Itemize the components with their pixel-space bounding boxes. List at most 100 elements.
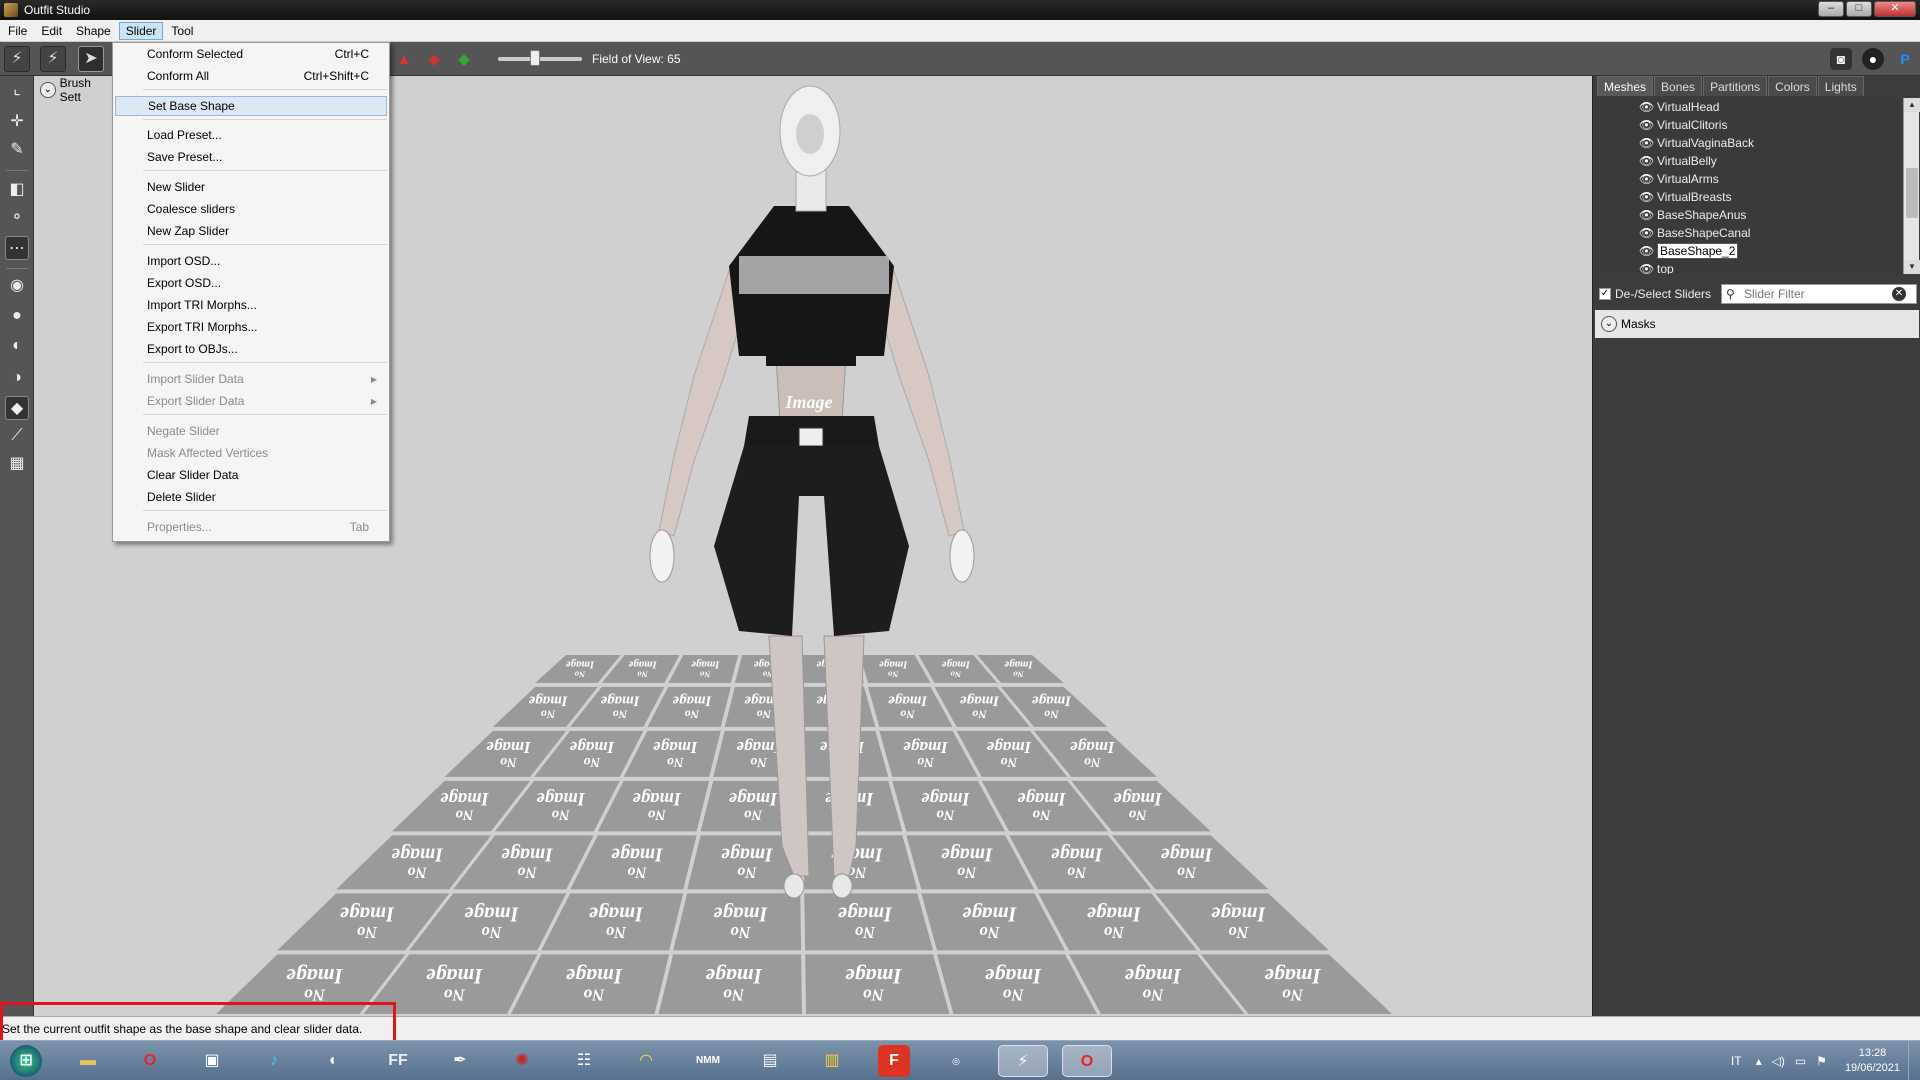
- eye-icon[interactable]: 👁: [1639, 154, 1655, 168]
- eye-icon[interactable]: 👁: [1639, 118, 1655, 132]
- color-brush-icon[interactable]: ◆: [5, 396, 29, 420]
- deflate-brush-icon[interactable]: ◉: [5, 274, 29, 298]
- menu-item-import-tri-morphs[interactable]: Import TRI Morphs...: [115, 295, 387, 315]
- menu-item-conform-all[interactable]: Conform All Ctrl+Shift+C: [115, 66, 387, 86]
- select-tool-icon[interactable]: ➤: [78, 46, 104, 72]
- paypal-icon[interactable]: P: [1894, 48, 1916, 70]
- opera-icon[interactable]: O: [134, 1045, 166, 1077]
- spider-game-icon[interactable]: ✺: [506, 1045, 538, 1077]
- bone-icon[interactable]: ⟋: [5, 424, 29, 448]
- tab-meshes[interactable]: Meshes: [1597, 76, 1654, 96]
- menu-item-save-preset[interactable]: Save Preset...: [115, 147, 387, 167]
- deselect-sliders-checkbox[interactable]: ✓: [1599, 288, 1611, 300]
- weight-brush-icon[interactable]: ◑: [5, 366, 29, 390]
- brush-settings-toggle[interactable]: ⌄ Brush Sett: [34, 76, 114, 104]
- scroll-thumb[interactable]: [1906, 168, 1918, 218]
- list-item[interactable]: 👁 VirtualBelly: [1595, 152, 1903, 170]
- opera-browser-task-icon[interactable]: O: [1062, 1045, 1112, 1077]
- folder-app-icon[interactable]: ▥: [816, 1045, 848, 1077]
- notepad-app-icon[interactable]: ▤: [754, 1045, 786, 1077]
- menu-item-load-preset[interactable]: Load Preset...: [115, 125, 387, 145]
- menu-file[interactable]: File: [2, 23, 33, 39]
- show-desktop-button[interactable]: [1908, 1041, 1920, 1080]
- fov-slider-handle[interactable]: [530, 50, 540, 66]
- eye-icon[interactable]: 👁: [1639, 208, 1655, 222]
- mesh-list[interactable]: 👁 VirtualHead 👁 VirtualClitoris 👁 VirtualVa…: [1595, 98, 1903, 274]
- discord-icon[interactable]: ◙: [1830, 48, 1852, 70]
- ffdec-icon[interactable]: FF: [382, 1045, 414, 1077]
- list-item[interactable]: 👁 VirtualBreasts: [1595, 188, 1903, 206]
- clock[interactable]: 13:28 19/06/2021: [1845, 1046, 1900, 1076]
- pen-icon[interactable]: ✎: [5, 138, 29, 162]
- menu-item-set-base-shape[interactable]: Set Base Shape: [115, 96, 387, 116]
- eye-icon[interactable]: 👁: [1639, 262, 1655, 274]
- tab-lights[interactable]: Lights: [1817, 76, 1864, 96]
- windows-start-icon[interactable]: ⊞: [10, 1045, 42, 1077]
- outfit-studio-task-icon[interactable]: ⚡: [998, 1045, 1048, 1077]
- brush-tool-icon[interactable]: ⚡: [40, 46, 66, 72]
- list-item[interactable]: 👁 VirtualClitoris: [1595, 116, 1903, 134]
- menu-slider[interactable]: Slider: [118, 21, 164, 40]
- nmm-manager-icon[interactable]: NMM: [692, 1045, 724, 1077]
- menu-shape[interactable]: Shape: [70, 23, 117, 39]
- list-item[interactable]: 👁 VirtualVaginaBack: [1595, 134, 1903, 152]
- pivot-icon[interactable]: ✛: [5, 110, 29, 134]
- menu-item-delete-slider[interactable]: Delete Slider: [115, 487, 387, 507]
- menu-item-export-slider-data[interactable]: Export Slider Data ▶: [115, 391, 387, 411]
- menu-edit[interactable]: Edit: [35, 23, 68, 39]
- brush-star-icon[interactable]: ⚡: [4, 46, 30, 72]
- undiff-brush-icon[interactable]: ◐: [5, 334, 29, 358]
- menu-item-new-zap-slider[interactable]: New Zap Slider: [115, 221, 387, 241]
- tab-partitions[interactable]: Partitions: [1703, 76, 1768, 96]
- menu-tool[interactable]: Tool: [165, 23, 199, 39]
- media-player-icon[interactable]: ▣: [196, 1045, 228, 1077]
- flag-icon[interactable]: ⚑: [1816, 1054, 1827, 1068]
- github-icon[interactable]: ●: [1862, 48, 1884, 70]
- music-app-icon[interactable]: ♪: [258, 1045, 290, 1077]
- maximize-button[interactable]: □: [1846, 1, 1872, 17]
- masks-toggle[interactable]: ⌄ Masks: [1595, 310, 1919, 338]
- tray-expand-icon[interactable]: ▴: [1756, 1054, 1762, 1068]
- scroll-down-icon[interactable]: ▼: [1904, 260, 1920, 274]
- mask-brush-icon[interactable]: ◧: [5, 178, 29, 202]
- menu-item-conform-selected[interactable]: Conform Selected Ctrl+C: [115, 44, 387, 64]
- menu-item-export-osd[interactable]: Export OSD...: [115, 273, 387, 293]
- scroll-up-icon[interactable]: ▲: [1904, 98, 1920, 112]
- menu-item-export-tri-morphs[interactable]: Export TRI Morphs...: [115, 317, 387, 337]
- headphones-app-icon[interactable]: ◠: [630, 1045, 662, 1077]
- eye-icon[interactable]: 👁: [1639, 226, 1655, 240]
- menu-item-mask-affected-vertices[interactable]: Mask Affected Vertices: [115, 443, 387, 463]
- inflate-brush-icon[interactable]: ⚬: [5, 206, 29, 230]
- menu-item-export-to-objs[interactable]: Export to OBJs...: [115, 339, 387, 359]
- list-item[interactable]: 👁 top: [1595, 260, 1903, 274]
- eye-icon[interactable]: 👁: [1639, 190, 1655, 204]
- eye-icon[interactable]: 👁: [1639, 244, 1655, 258]
- menu-item-coalesce-sliders[interactable]: Coalesce sliders: [115, 199, 387, 219]
- menu-item-clear-slider-data[interactable]: Clear Slider Data: [115, 465, 387, 485]
- list-item[interactable]: 👁 VirtualArms: [1595, 170, 1903, 188]
- people-app-icon[interactable]: ☷: [568, 1045, 600, 1077]
- audio-tool-icon[interactable]: ◖: [316, 1045, 348, 1077]
- list-item[interactable]: 👁 VirtualHead: [1595, 98, 1903, 116]
- transform-icon[interactable]: ⌞: [5, 78, 29, 102]
- eye-icon[interactable]: 👁: [1639, 172, 1655, 186]
- menu-item-import-osd[interactable]: Import OSD...: [115, 251, 387, 271]
- menu-item-properties[interactable]: Properties... Tab: [115, 517, 387, 537]
- tab-colors[interactable]: Colors: [1768, 76, 1817, 96]
- mirror-diamond-icon[interactable]: ◆: [424, 50, 444, 70]
- move-brush-icon[interactable]: ⋯: [5, 236, 29, 260]
- mesh-list-scrollbar[interactable]: ▲ ▼: [1903, 98, 1920, 274]
- f-app-icon[interactable]: F: [878, 1045, 910, 1077]
- language-indicator[interactable]: IT: [1731, 1054, 1742, 1068]
- grid-icon[interactable]: ▦: [5, 452, 29, 476]
- list-item[interactable]: 👁 BaseShapeCanal: [1595, 224, 1903, 242]
- mirror-green-icon[interactable]: ◆: [454, 50, 474, 70]
- list-item-selected[interactable]: 👁 BaseShape_2: [1595, 242, 1903, 260]
- list-item[interactable]: 👁 BaseShapeAnus: [1595, 206, 1903, 224]
- smooth-brush-icon[interactable]: ●: [5, 304, 29, 328]
- network-icon[interactable]: ▭: [1795, 1054, 1806, 1068]
- eye-icon[interactable]: 👁: [1639, 100, 1655, 114]
- tab-bones[interactable]: Bones: [1654, 76, 1703, 96]
- menu-item-new-slider[interactable]: New Slider: [115, 177, 387, 197]
- feather-tool-icon[interactable]: ✒: [444, 1045, 476, 1077]
